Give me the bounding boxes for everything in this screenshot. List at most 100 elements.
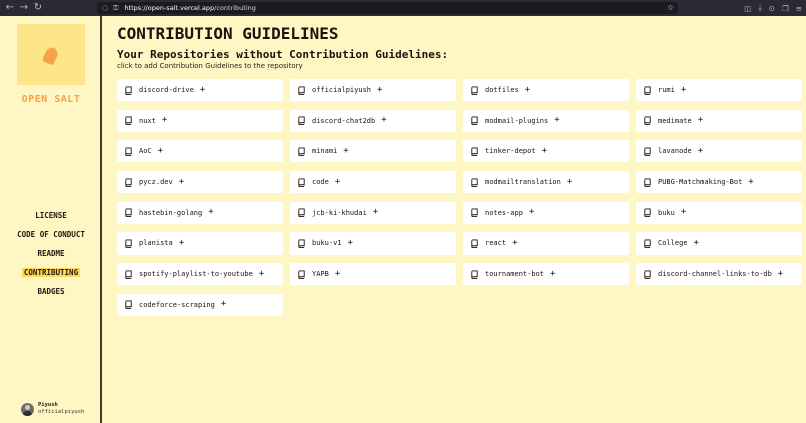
- add-icon[interactable]: +: [335, 269, 340, 279]
- add-icon[interactable]: +: [208, 208, 213, 217]
- repo-name: dotfiles: [485, 86, 519, 95]
- repo-book-icon: [471, 178, 478, 187]
- repo-card[interactable]: spotify-playlist-to-youtube +: [117, 263, 283, 286]
- repo-card[interactable]: AoC +: [117, 140, 283, 163]
- repo-book-icon: [644, 270, 651, 279]
- repo-name: rumi: [658, 86, 675, 95]
- add-icon[interactable]: +: [554, 116, 559, 125]
- add-icon[interactable]: +: [694, 238, 699, 248]
- sidebar-item-code-of-conduct[interactable]: CODE OF CONDUCT: [0, 229, 102, 241]
- repo-card[interactable]: minami +: [290, 140, 456, 163]
- repo-name: code: [312, 178, 329, 187]
- repo-card[interactable]: hastebin-golang +: [117, 201, 283, 224]
- repo-book-icon: [644, 85, 651, 95]
- add-icon[interactable]: +: [343, 146, 348, 156]
- add-icon[interactable]: +: [681, 85, 686, 95]
- add-icon[interactable]: +: [525, 85, 530, 95]
- repo-card[interactable]: lavanode +: [636, 140, 802, 163]
- section-title: Your Repositories without Contribution G…: [117, 48, 449, 61]
- add-icon[interactable]: +: [162, 116, 167, 125]
- add-icon[interactable]: +: [698, 116, 703, 125]
- repo-card[interactable]: buku-v1 +: [290, 232, 456, 255]
- repo-book-icon: [298, 85, 305, 95]
- repo-card[interactable]: YAPB +: [290, 263, 456, 286]
- repo-card[interactable]: jcb-ki-khudai +: [290, 201, 456, 224]
- repo-name: react: [485, 239, 507, 248]
- repo-card[interactable]: discord-channel-links-to-db +: [636, 263, 802, 286]
- sidebar-item-label: LICENSE: [35, 211, 67, 220]
- repo-card[interactable]: tournament-bot +: [463, 263, 629, 286]
- repo-card[interactable]: rumi +: [636, 79, 802, 102]
- logo[interactable]: [17, 24, 85, 85]
- sidebar: OPEN SALT LICENSE CODE OF CONDUCT README CO…: [0, 16, 102, 423]
- add-icon[interactable]: +: [200, 85, 205, 95]
- repo-card[interactable]: PUBG-Matchmaking-Bot +: [636, 171, 802, 194]
- download-icon[interactable]: ⤓: [758, 3, 761, 13]
- sidebar-nav: LICENSE CODE OF CONDUCT README CONTRIBUTING…: [0, 210, 102, 305]
- repo-card[interactable]: planista +: [117, 232, 283, 255]
- repo-book-icon: [125, 178, 132, 187]
- add-icon[interactable]: +: [381, 116, 386, 125]
- repo-card[interactable]: officialpiyush +: [290, 79, 456, 102]
- sidebar-item-readme[interactable]: README: [0, 248, 102, 260]
- user-profile[interactable]: Piyush officialpiyush: [21, 402, 84, 416]
- repo-card[interactable]: modmailtranslation +: [463, 171, 629, 194]
- forward-arrow-icon[interactable]: →: [17, 0, 31, 16]
- extensions-icon[interactable]: ❐: [782, 4, 789, 13]
- add-icon[interactable]: +: [748, 177, 753, 187]
- repo-book-icon: [644, 239, 651, 248]
- repo-card[interactable]: discord-chat2db +: [290, 109, 456, 132]
- add-icon[interactable]: +: [259, 269, 264, 279]
- add-icon[interactable]: +: [550, 269, 555, 279]
- menu-icon[interactable]: ≡: [796, 4, 802, 13]
- add-icon[interactable]: +: [512, 238, 517, 248]
- repo-card[interactable]: nuxt +: [117, 109, 283, 132]
- pocket-icon[interactable]: ◫: [744, 4, 751, 13]
- sidebar-item-contributing[interactable]: CONTRIBUTING: [0, 267, 102, 279]
- add-icon[interactable]: +: [179, 177, 184, 187]
- add-icon[interactable]: +: [179, 238, 184, 248]
- add-icon[interactable]: +: [348, 238, 353, 248]
- repo-card[interactable]: code +: [290, 171, 456, 194]
- avatar: [21, 402, 34, 416]
- repo-book-icon: [471, 147, 478, 156]
- repo-card[interactable]: buku +: [636, 201, 802, 224]
- repo-card[interactable]: medimate +: [636, 109, 802, 132]
- sidebar-item-label: BADGES: [37, 287, 65, 296]
- repo-card[interactable]: react +: [463, 232, 629, 255]
- account-icon[interactable]: ⊙: [769, 4, 775, 13]
- repo-card[interactable]: codeforce-scraping +: [117, 293, 283, 316]
- sidebar-item-badges[interactable]: BADGES: [0, 286, 102, 298]
- repo-name: planista: [139, 239, 173, 248]
- add-icon[interactable]: +: [567, 177, 572, 187]
- repo-grid: discord-drive + officialpiyush + dotfiles + ru…: [117, 79, 802, 316]
- add-icon[interactable]: +: [542, 146, 547, 156]
- repo-card[interactable]: modmail-plugins +: [463, 109, 629, 132]
- address-bar[interactable]: ◌ ⚿ https://open-salt.vercel.app/contrib…: [97, 2, 678, 14]
- repo-name: hastebin-golang: [139, 208, 203, 217]
- add-icon[interactable]: +: [335, 177, 340, 187]
- repo-card[interactable]: College +: [636, 232, 802, 255]
- add-icon[interactable]: +: [698, 146, 703, 156]
- add-icon[interactable]: +: [158, 146, 163, 156]
- add-icon[interactable]: +: [221, 300, 226, 309]
- repo-card[interactable]: discord-drive +: [117, 79, 283, 102]
- repo-card[interactable]: notes-app +: [463, 201, 629, 224]
- lock-icon: ⚿: [113, 3, 119, 12]
- bookmark-star-icon[interactable]: ☆: [667, 2, 674, 14]
- back-arrow-icon[interactable]: ←: [3, 0, 17, 16]
- repo-card[interactable]: dotfiles +: [463, 79, 629, 102]
- add-icon[interactable]: +: [377, 85, 382, 95]
- page-title: CONTRIBUTION GUIDELINES: [117, 24, 339, 43]
- add-icon[interactable]: +: [373, 208, 378, 217]
- repo-card[interactable]: tinker-depot +: [463, 140, 629, 163]
- sidebar-item-license[interactable]: LICENSE: [0, 210, 102, 222]
- add-icon[interactable]: +: [778, 269, 783, 279]
- reload-icon[interactable]: ↻: [31, 0, 45, 16]
- repo-card[interactable]: pycz.dev +: [117, 171, 283, 194]
- repo-name: College: [658, 239, 688, 248]
- add-icon[interactable]: +: [529, 208, 534, 217]
- repo-book-icon: [644, 116, 651, 126]
- add-icon[interactable]: +: [681, 208, 686, 217]
- profile-username: officialpiyush: [38, 409, 85, 415]
